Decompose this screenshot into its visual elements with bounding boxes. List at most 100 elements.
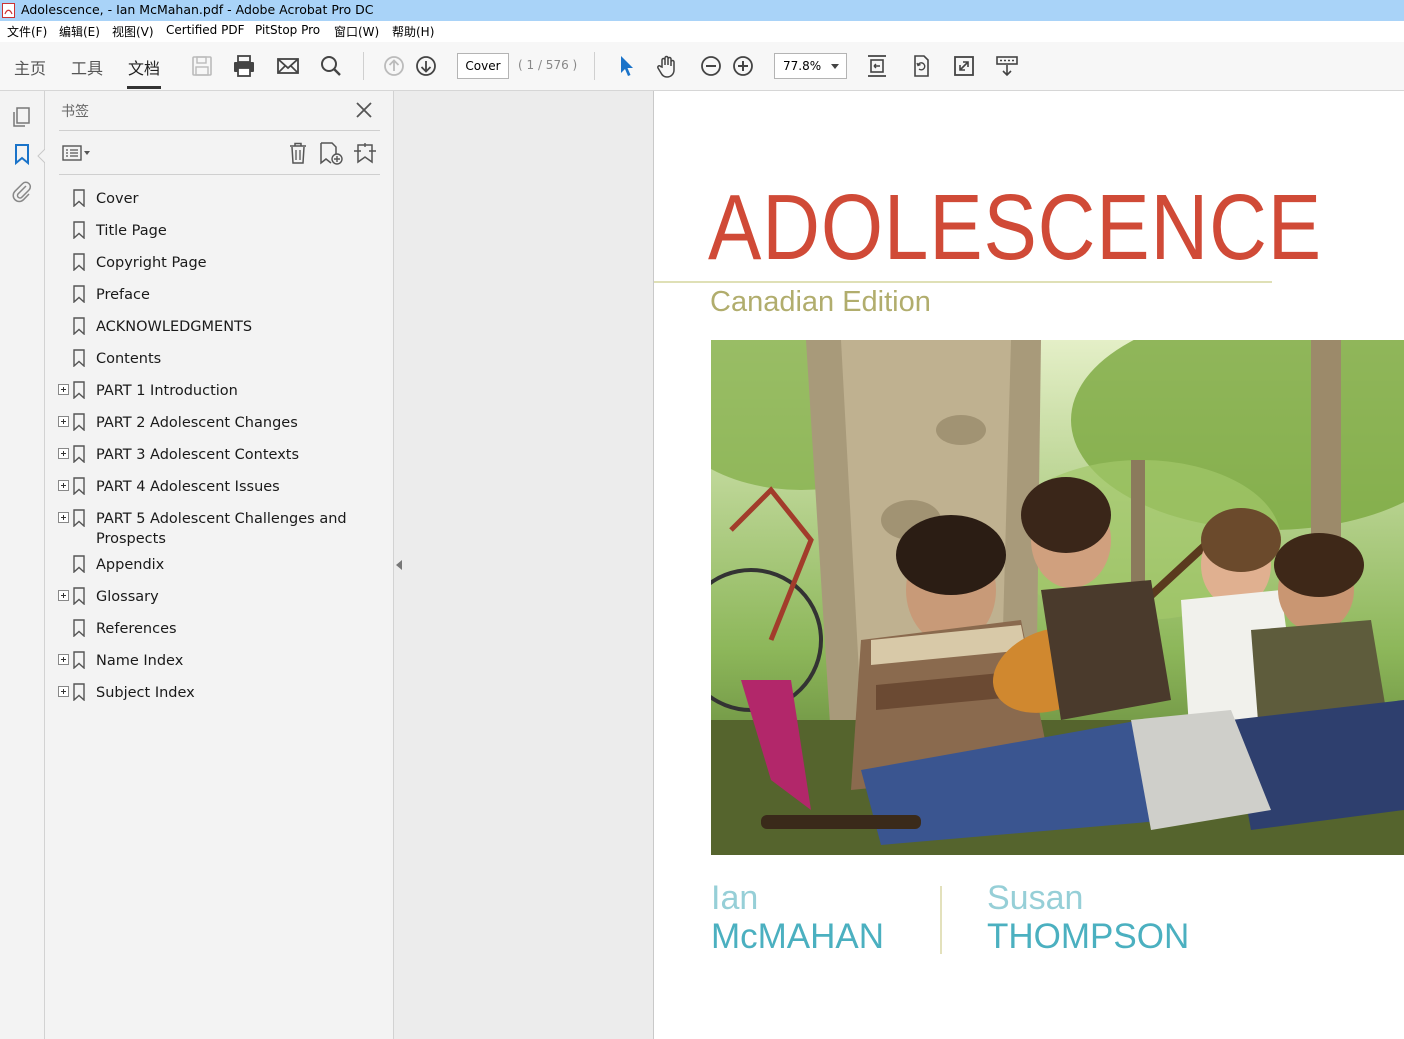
select-cursor-icon[interactable] <box>612 52 640 80</box>
bookmark-label[interactable]: Glossary <box>96 587 366 607</box>
tab-document[interactable]: 文档 <box>128 55 160 79</box>
bookmark-options-icon[interactable] <box>61 141 93 165</box>
read-mode-icon[interactable] <box>993 52 1021 80</box>
bookmark-label[interactable]: Title Page <box>96 221 366 241</box>
menu-bar: 文件(F) 编辑(E) 视图(V) Certified PDF PitStop … <box>0 21 1404 43</box>
collapse-panel-handle[interactable] <box>396 560 402 570</box>
bookmark-label[interactable]: PART 1 Introduction <box>96 381 366 401</box>
expand-icon[interactable] <box>58 384 69 395</box>
bookmark-label[interactable]: ACKNOWLEDGMENTS <box>96 317 366 337</box>
bookmark-icon <box>73 285 85 303</box>
pdf-page: ADOLESCENCE Canadian Edition Ian McMAHAN… <box>654 91 1404 1039</box>
delete-bookmark-icon[interactable] <box>285 141 311 165</box>
attachment-icon[interactable] <box>10 179 34 203</box>
zoom-value: 77.8% <box>783 59 822 73</box>
bookmark-icon <box>73 189 85 207</box>
close-icon[interactable] <box>354 100 374 120</box>
fit-page-icon[interactable] <box>863 52 891 80</box>
toolbar-separator <box>363 52 364 80</box>
print-icon[interactable] <box>230 52 258 80</box>
author2-last-name: THOMPSON <box>987 917 1190 956</box>
cover-title: ADOLESCENCE <box>708 175 1322 279</box>
bookmark-label[interactable]: PART 3 Adolescent Contexts <box>96 445 366 465</box>
author-divider <box>940 886 942 954</box>
bookmark-label[interactable]: PART 4 Adolescent Issues <box>96 477 366 497</box>
author1-last-name: McMAHAN <box>711 917 885 956</box>
menu-window[interactable]: 窗口(W) <box>334 23 379 40</box>
bookmark-icon <box>73 253 85 271</box>
bookmark-icon <box>73 221 85 239</box>
navigation-rail <box>0 91 45 1039</box>
bookmark-icon <box>73 413 85 431</box>
title-bar: Adolescence, - Ian McMahan.pdf - Adobe A… <box>0 0 1404 21</box>
bookmark-label[interactable]: Preface <box>96 285 366 305</box>
bookmark-label[interactable]: Cover <box>96 189 366 209</box>
page-count: ( 1 / 576 ) <box>518 58 578 72</box>
page-number-input[interactable]: Cover <box>457 53 509 79</box>
cover-photo <box>711 340 1404 855</box>
email-icon[interactable] <box>274 52 302 80</box>
pdf-app-icon <box>2 3 15 18</box>
bookmark-label[interactable]: Subject Index <box>96 683 366 703</box>
expand-bookmark-icon[interactable] <box>352 141 378 165</box>
active-tab-indicator <box>127 86 161 89</box>
bookmark-label[interactable]: PART 5 Adolescent Challenges and Prospec… <box>96 509 366 549</box>
menu-file[interactable]: 文件(F) <box>7 23 47 40</box>
zoom-out-icon[interactable] <box>697 52 725 80</box>
bookmark-icon <box>73 587 85 605</box>
expand-icon[interactable] <box>58 590 69 601</box>
new-bookmark-icon[interactable] <box>318 141 344 165</box>
bookmark-icon <box>73 555 85 573</box>
author1-first-name: Ian <box>711 879 759 917</box>
rotate-icon[interactable] <box>907 52 935 80</box>
hand-icon[interactable] <box>654 52 682 80</box>
bookmark-icon <box>73 683 85 701</box>
divider <box>59 130 380 131</box>
search-icon[interactable] <box>317 52 345 80</box>
bookmark-label[interactable]: Name Index <box>96 651 366 671</box>
bookmark-panel-icon[interactable] <box>10 142 34 166</box>
bookmark-icon <box>73 381 85 399</box>
tab-tools[interactable]: 工具 <box>71 55 103 79</box>
menu-edit[interactable]: 编辑(E) <box>59 23 100 40</box>
save-icon[interactable] <box>188 52 216 80</box>
bookmark-label[interactable]: References <box>96 619 366 639</box>
panel-title: 书签 <box>61 104 89 120</box>
next-page-icon[interactable] <box>412 52 440 80</box>
expand-icon[interactable] <box>58 416 69 427</box>
bookmark-icon <box>73 509 85 527</box>
menu-help[interactable]: 帮助(H) <box>392 23 434 40</box>
bookmark-icon <box>73 317 85 335</box>
bookmark-label[interactable]: Appendix <box>96 555 366 575</box>
window-title: Adolescence, - Ian McMahan.pdf - Adobe A… <box>21 2 374 17</box>
pages-thumbnail-icon[interactable] <box>10 105 34 129</box>
expand-icon[interactable] <box>58 512 69 523</box>
expand-icon[interactable] <box>58 686 69 697</box>
prev-page-icon[interactable] <box>380 52 408 80</box>
fullscreen-icon[interactable] <box>950 52 978 80</box>
document-background <box>394 91 654 1039</box>
bookmark-label[interactable]: Copyright Page <box>96 253 366 273</box>
zoom-select[interactable]: 77.8% <box>774 53 847 79</box>
chevron-down-icon[interactable] <box>831 64 839 69</box>
tab-home[interactable]: 主页 <box>14 55 46 79</box>
bookmark-label[interactable]: Contents <box>96 349 366 369</box>
cover-subtitle: Canadian Edition <box>710 286 931 318</box>
menu-view[interactable]: 视图(V) <box>112 23 154 40</box>
author2-first-name: Susan <box>987 879 1084 917</box>
title-rule <box>654 281 1272 283</box>
bookmark-icon <box>73 619 85 637</box>
main-toolbar: 主页 工具 文档 Cover ( 1 / 576 ) 77.8% <box>0 42 1404 91</box>
expand-icon[interactable] <box>58 448 69 459</box>
bookmarks-panel: 书签 Cover Title Page Copyright Page Prefa… <box>45 91 394 1039</box>
bookmark-icon <box>73 477 85 495</box>
bookmark-icon <box>73 445 85 463</box>
active-panel-pointer <box>37 149 45 163</box>
menu-certified-pdf[interactable]: Certified PDF <box>166 23 245 37</box>
bookmark-label[interactable]: PART 2 Adolescent Changes <box>96 413 366 433</box>
zoom-in-icon[interactable] <box>729 52 757 80</box>
expand-icon[interactable] <box>58 480 69 491</box>
expand-icon[interactable] <box>58 654 69 665</box>
toolbar-separator <box>594 52 595 80</box>
menu-pitstop-pro[interactable]: PitStop Pro <box>255 23 320 37</box>
